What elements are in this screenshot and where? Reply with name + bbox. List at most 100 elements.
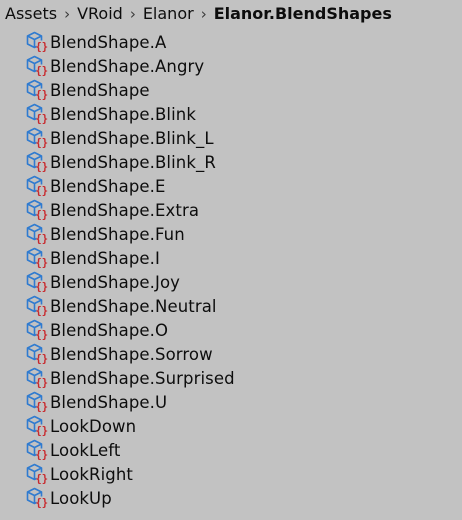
list-item[interactable]: {} LookUp [0,486,462,510]
svg-text:{}: {} [35,401,48,413]
scriptable-object-icon: {} [26,31,48,53]
svg-text:{}: {} [35,425,48,437]
scriptable-object-icon: {} [26,223,48,245]
svg-text:{}: {} [35,449,48,461]
list-item[interactable]: {} BlendShape.Neutral [0,294,462,318]
list-item[interactable]: {} BlendShape.I [0,246,462,270]
breadcrumb-elanor[interactable]: Elanor [143,4,194,23]
svg-text:{}: {} [35,65,48,77]
list-item[interactable]: {} BlendShape [0,78,462,102]
list-item-label: BlendShape.Neutral [50,296,217,316]
scriptable-object-icon: {} [26,271,48,293]
scriptable-object-icon: {} [26,175,48,197]
list-item[interactable]: {} BlendShape.Fun [0,222,462,246]
scriptable-object-icon: {} [25,487,49,509]
list-item-label: LookLeft [50,440,121,460]
scriptable-object-icon: {} [25,55,49,77]
list-item-label: BlendShape.Blink_R [50,152,216,172]
scriptable-object-icon: {} [25,175,49,197]
list-item[interactable]: {} BlendShape.E [0,174,462,198]
list-item-label: BlendShape.I [50,248,160,268]
scriptable-object-icon: {} [25,79,49,101]
scriptable-object-icon: {} [26,295,48,317]
list-item[interactable]: {} BlendShape.Sorrow [0,342,462,366]
scriptable-object-icon: {} [26,151,48,173]
svg-text:{}: {} [35,257,48,269]
svg-text:{}: {} [35,497,48,509]
scriptable-object-icon: {} [25,391,49,413]
list-item-label: BlendShape.U [50,392,168,412]
scriptable-object-icon: {} [25,127,49,149]
list-item-label: BlendShape.O [50,320,169,340]
scriptable-object-icon: {} [25,271,49,293]
list-item[interactable]: {} BlendShape.Extra [0,198,462,222]
scriptable-object-icon: {} [25,31,49,53]
scriptable-object-icon: {} [26,463,48,485]
list-item[interactable]: {} LookRight [0,462,462,486]
list-item[interactable]: {} BlendShape.Joy [0,270,462,294]
list-item-label: BlendShape.Blink [50,104,196,124]
scriptable-object-icon: {} [25,415,49,437]
list-item[interactable]: {} BlendShape.Blink [0,102,462,126]
list-item-label: BlendShape.Angry [50,56,205,76]
list-item-label: BlendShape.Surprised [50,368,235,388]
svg-text:{}: {} [35,89,48,101]
list-item[interactable]: {} BlendShape.Blink_R [0,150,462,174]
list-item[interactable]: {} BlendShape.Blink_L [0,126,462,150]
list-item[interactable]: {} BlendShape.U [0,390,462,414]
list-item[interactable]: {} LookLeft [0,438,462,462]
breadcrumb-vroid[interactable]: VRoid [77,4,123,23]
svg-text:{}: {} [35,353,48,365]
list-item[interactable]: {} BlendShape.A [0,30,462,54]
chevron-right-icon: › [129,4,136,23]
scriptable-object-icon: {} [25,367,49,389]
svg-text:{}: {} [35,233,48,245]
svg-text:{}: {} [35,377,48,389]
scriptable-object-icon: {} [26,439,48,461]
breadcrumb-assets[interactable]: Assets [5,4,57,23]
list-item-label: BlendShape.Blink_L [50,128,214,148]
scriptable-object-icon: {} [26,55,48,77]
scriptable-object-icon: {} [25,319,49,341]
scriptable-object-icon: {} [25,247,49,269]
svg-text:{}: {} [35,185,48,197]
list-item-label: LookDown [50,416,137,436]
chevron-right-icon: › [200,4,207,23]
list-item-label: LookUp [50,488,112,508]
list-item[interactable]: {} BlendShape.Angry [0,54,462,78]
svg-text:{}: {} [35,281,48,293]
scriptable-object-icon: {} [26,487,48,509]
svg-text:{}: {} [35,209,48,221]
scriptable-object-icon: {} [25,103,49,125]
list-item[interactable]: {} BlendShape.Surprised [0,366,462,390]
svg-text:{}: {} [35,329,48,341]
scriptable-object-icon: {} [26,103,48,125]
scriptable-object-icon: {} [26,391,48,413]
breadcrumb: Assets › VRoid › Elanor › Elanor.BlendSh… [0,0,462,27]
svg-text:{}: {} [35,161,48,173]
scriptable-object-icon: {} [26,367,48,389]
chevron-right-icon: › [64,4,71,23]
svg-text:{}: {} [35,137,48,149]
scriptable-object-icon: {} [26,127,48,149]
scriptable-object-icon: {} [26,415,48,437]
scriptable-object-icon: {} [25,439,49,461]
svg-text:{}: {} [35,113,48,125]
scriptable-object-icon: {} [26,343,48,365]
list-item-label: BlendShape.Extra [50,200,200,220]
list-item-label: BlendShape.A [50,32,167,52]
list-item[interactable]: {} LookDown [0,414,462,438]
list-item-label: BlendShape [50,80,150,100]
svg-text:{}: {} [35,473,48,485]
breadcrumb-elanor-blendshapes[interactable]: Elanor.BlendShapes [214,4,392,23]
list-item-label: BlendShape.Sorrow [50,344,213,364]
scriptable-object-icon: {} [25,199,49,221]
list-item[interactable]: {} BlendShape.O [0,318,462,342]
scriptable-object-icon: {} [25,223,49,245]
scriptable-object-icon: {} [25,151,49,173]
svg-text:{}: {} [35,41,48,53]
scriptable-object-icon: {} [26,199,48,221]
scriptable-object-icon: {} [26,247,48,269]
scriptable-object-icon: {} [25,295,49,317]
list-item-label: BlendShape.Joy [50,272,181,292]
